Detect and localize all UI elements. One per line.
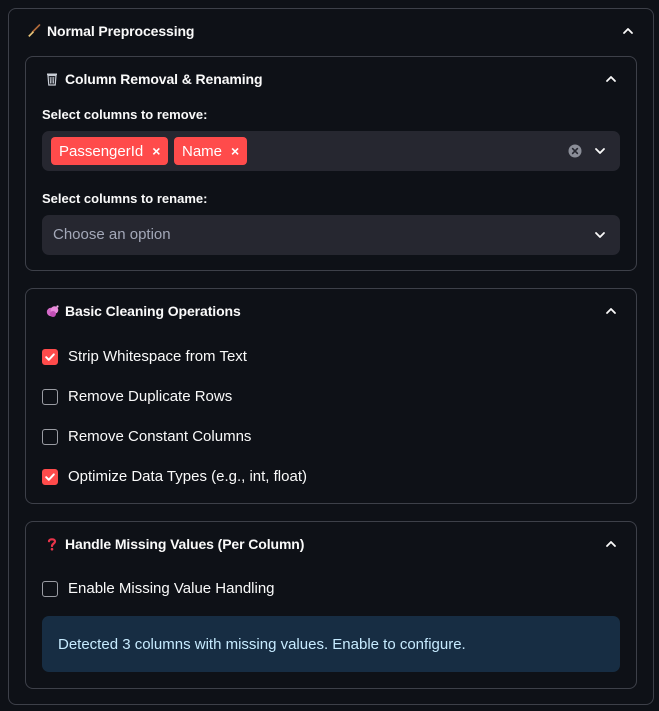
column-removal-header[interactable]: Column Removal & Renaming bbox=[26, 57, 636, 101]
rename-columns-label: Select columns to rename: bbox=[42, 191, 208, 206]
chevron-up-icon[interactable] bbox=[604, 72, 618, 86]
chevron-down-icon[interactable] bbox=[593, 144, 607, 158]
checkbox-unchecked[interactable] bbox=[42, 580, 58, 597]
remove-duplicates-checkbox[interactable]: Remove Duplicate Rows bbox=[42, 388, 232, 405]
chevron-up-icon[interactable] bbox=[604, 304, 618, 318]
strip-whitespace-checkbox[interactable]: Strip Whitespace from Text bbox=[42, 348, 247, 365]
basic-cleaning-card: Basic Cleaning Operations Strip Whitespa… bbox=[25, 288, 637, 504]
expander-title: Normal Preprocessing bbox=[47, 23, 195, 39]
enable-missing-handling-checkbox[interactable]: Enable Missing Value Handling bbox=[42, 580, 275, 597]
chevron-up-icon[interactable] bbox=[604, 537, 618, 551]
remove-tag-icon[interactable]: × bbox=[152, 144, 160, 158]
sparkle-bubble-icon bbox=[43, 304, 61, 319]
checkbox-label: Remove Constant Columns bbox=[68, 428, 252, 445]
clear-all-icon[interactable] bbox=[568, 144, 582, 158]
optimize-data-types-checkbox[interactable]: Optimize Data Types (e.g., int, float) bbox=[42, 468, 307, 485]
missing-values-info-alert: Detected 3 columns with missing values. … bbox=[42, 616, 620, 672]
basic-cleaning-header[interactable]: Basic Cleaning Operations bbox=[26, 289, 636, 333]
chevron-down-icon[interactable] bbox=[593, 228, 607, 242]
selected-tag-name: Name × bbox=[174, 137, 248, 165]
wastebasket-icon bbox=[43, 72, 61, 86]
checkbox-label: Remove Duplicate Rows bbox=[68, 388, 233, 405]
check-icon bbox=[45, 352, 55, 361]
question-mark-icon bbox=[43, 537, 61, 551]
missing-values-card: Handle Missing Values (Per Column) Enabl… bbox=[25, 521, 637, 689]
checkbox-unchecked[interactable] bbox=[42, 388, 58, 405]
normal-preprocessing-header[interactable]: Normal Preprocessing bbox=[9, 9, 653, 53]
remove-tag-icon[interactable]: × bbox=[231, 144, 239, 158]
checkbox-label: Strip Whitespace from Text bbox=[68, 348, 247, 365]
rename-placeholder: Choose an option bbox=[53, 226, 171, 243]
checkbox-label: Optimize Data Types (e.g., int, float) bbox=[68, 468, 307, 485]
check-icon bbox=[45, 472, 55, 481]
missing-values-header[interactable]: Handle Missing Values (Per Column) bbox=[26, 522, 636, 566]
checkbox-label: Enable Missing Value Handling bbox=[68, 580, 275, 597]
checkbox-checked[interactable] bbox=[42, 348, 58, 365]
checkbox-checked[interactable] bbox=[42, 468, 58, 485]
checkbox-unchecked[interactable] bbox=[42, 428, 58, 445]
column-removal-title: Column Removal & Renaming bbox=[65, 71, 263, 87]
remove-columns-label: Select columns to remove: bbox=[42, 107, 208, 122]
normal-preprocessing-expander: Normal Preprocessing Column Removal & Re… bbox=[8, 8, 654, 705]
rename-columns-multiselect[interactable]: Choose an option bbox=[42, 215, 620, 255]
missing-values-title: Handle Missing Values (Per Column) bbox=[65, 536, 305, 552]
broom-icon bbox=[25, 24, 43, 38]
remove-constant-columns-checkbox[interactable]: Remove Constant Columns bbox=[42, 428, 251, 445]
chevron-up-icon[interactable] bbox=[621, 24, 635, 38]
basic-cleaning-title: Basic Cleaning Operations bbox=[65, 303, 241, 319]
remove-columns-multiselect[interactable]: PassengerId × Name × bbox=[42, 131, 620, 171]
column-removal-card: Column Removal & Renaming Select columns… bbox=[25, 56, 637, 271]
selected-tag-passengerid: PassengerId × bbox=[51, 137, 169, 165]
